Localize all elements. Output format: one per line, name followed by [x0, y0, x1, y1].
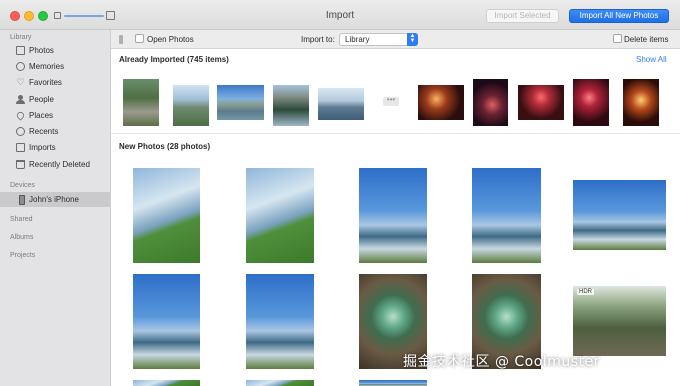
new-photo-thumbnail[interactable]	[359, 168, 427, 263]
sidebar-item-label: People	[29, 95, 54, 104]
import-selected-button[interactable]: Import Selected	[486, 9, 559, 23]
iphone-icon	[19, 195, 25, 205]
new-photo-thumbnail[interactable]	[246, 168, 314, 263]
import-to-label: Import to:	[301, 35, 335, 44]
sidebar-item-label: Recently Deleted	[29, 160, 90, 169]
sidebar-item-favorites[interactable]: ♡ Favorites	[0, 75, 110, 90]
new-photo-thumbnail[interactable]	[133, 380, 200, 386]
delete-items-label: Delete items	[624, 35, 669, 44]
open-photos-checkbox[interactable]	[135, 34, 144, 43]
clock-icon	[16, 127, 25, 136]
sidebar: Library Photos Memories ♡ Favorites Peop…	[0, 30, 111, 386]
imported-thumbnail[interactable]	[573, 79, 609, 126]
sidebar-toggle-handle[interactable]	[119, 35, 123, 44]
import-toolbar: Open Photos Import to: Library ▲ ▼ Delete…	[111, 30, 680, 49]
new-photos-title: New Photos (28 photos)	[119, 142, 211, 151]
new-photo-thumbnail[interactable]	[359, 380, 427, 386]
hdr-badge: HDR	[577, 289, 594, 295]
new-photo-thumbnail[interactable]	[573, 180, 666, 250]
sidebar-header-shared[interactable]: Shared	[10, 216, 33, 223]
sidebar-header-devices: Devices	[10, 182, 35, 189]
import-icon	[16, 143, 25, 152]
new-photo-thumbnail[interactable]: HDR	[573, 286, 666, 356]
sidebar-item-label: Memories	[29, 62, 65, 71]
sidebar-item-device[interactable]: John's iPhone	[0, 192, 110, 207]
sidebar-header-projects[interactable]: Projects	[10, 252, 35, 259]
import-all-new-photos-button[interactable]: Import All New Photos	[569, 9, 669, 23]
imported-thumbnail[interactable]	[318, 88, 364, 120]
section-divider	[111, 133, 680, 134]
imported-thumbnail[interactable]	[473, 79, 508, 126]
imported-thumbnail[interactable]	[518, 85, 564, 120]
title-bar: Import Import Selected Import All New Ph…	[0, 0, 680, 30]
sidebar-item-label: Places	[29, 111, 54, 120]
imported-thumbnail[interactable]	[273, 85, 309, 126]
new-photo-thumbnail[interactable]	[133, 274, 200, 369]
sidebar-item-photos[interactable]: Photos	[0, 43, 110, 58]
trash-icon	[16, 160, 25, 169]
open-photos-label: Open Photos	[147, 35, 194, 44]
memories-icon	[16, 62, 25, 71]
more-items-indicator[interactable]: •••	[383, 96, 399, 106]
sidebar-item-recently-deleted[interactable]: Recently Deleted	[0, 157, 110, 172]
imported-thumbnail[interactable]	[418, 85, 464, 120]
sidebar-item-label: Favorites	[29, 78, 62, 87]
new-photo-thumbnail[interactable]	[246, 274, 314, 369]
sidebar-header-albums[interactable]: Albums	[10, 234, 33, 241]
person-icon	[16, 95, 25, 104]
sidebar-item-recents[interactable]: Recents	[0, 124, 110, 139]
sidebar-item-places[interactable]: Places	[0, 108, 110, 123]
imported-thumbnail[interactable]	[173, 85, 209, 126]
import-to-select[interactable]: Library ▲ ▼	[339, 33, 418, 46]
pin-icon	[15, 110, 26, 121]
import-to-value: Library	[345, 35, 370, 44]
sidebar-item-memories[interactable]: Memories	[0, 59, 110, 74]
new-photo-thumbnail[interactable]	[246, 380, 314, 386]
already-imported-title: Already Imported (745 items)	[119, 55, 229, 64]
sidebar-item-label: John's iPhone	[29, 195, 80, 204]
heart-icon: ♡	[16, 77, 25, 87]
delete-items-checkbox[interactable]	[613, 34, 622, 43]
sidebar-item-label: Imports	[29, 143, 56, 152]
sidebar-item-imports[interactable]: Imports	[0, 140, 110, 155]
new-photo-thumbnail[interactable]	[472, 168, 541, 263]
show-all-link[interactable]: Show All	[636, 55, 667, 64]
sidebar-header-library: Library	[10, 34, 32, 41]
chevron-up-down-icon: ▲ ▼	[407, 33, 418, 46]
imported-thumbnail[interactable]	[623, 79, 659, 126]
imported-thumbnail[interactable]	[217, 85, 264, 120]
sidebar-item-label: Recents	[29, 127, 59, 136]
sidebar-item-people[interactable]: People	[0, 92, 110, 107]
imported-thumbnail[interactable]	[123, 79, 159, 126]
sidebar-item-label: Photos	[29, 46, 54, 55]
photos-icon	[16, 46, 25, 55]
new-photo-thumbnail[interactable]	[133, 168, 200, 263]
watermark-text: 掘金技术社区 @ Coolmuster	[403, 354, 600, 370]
